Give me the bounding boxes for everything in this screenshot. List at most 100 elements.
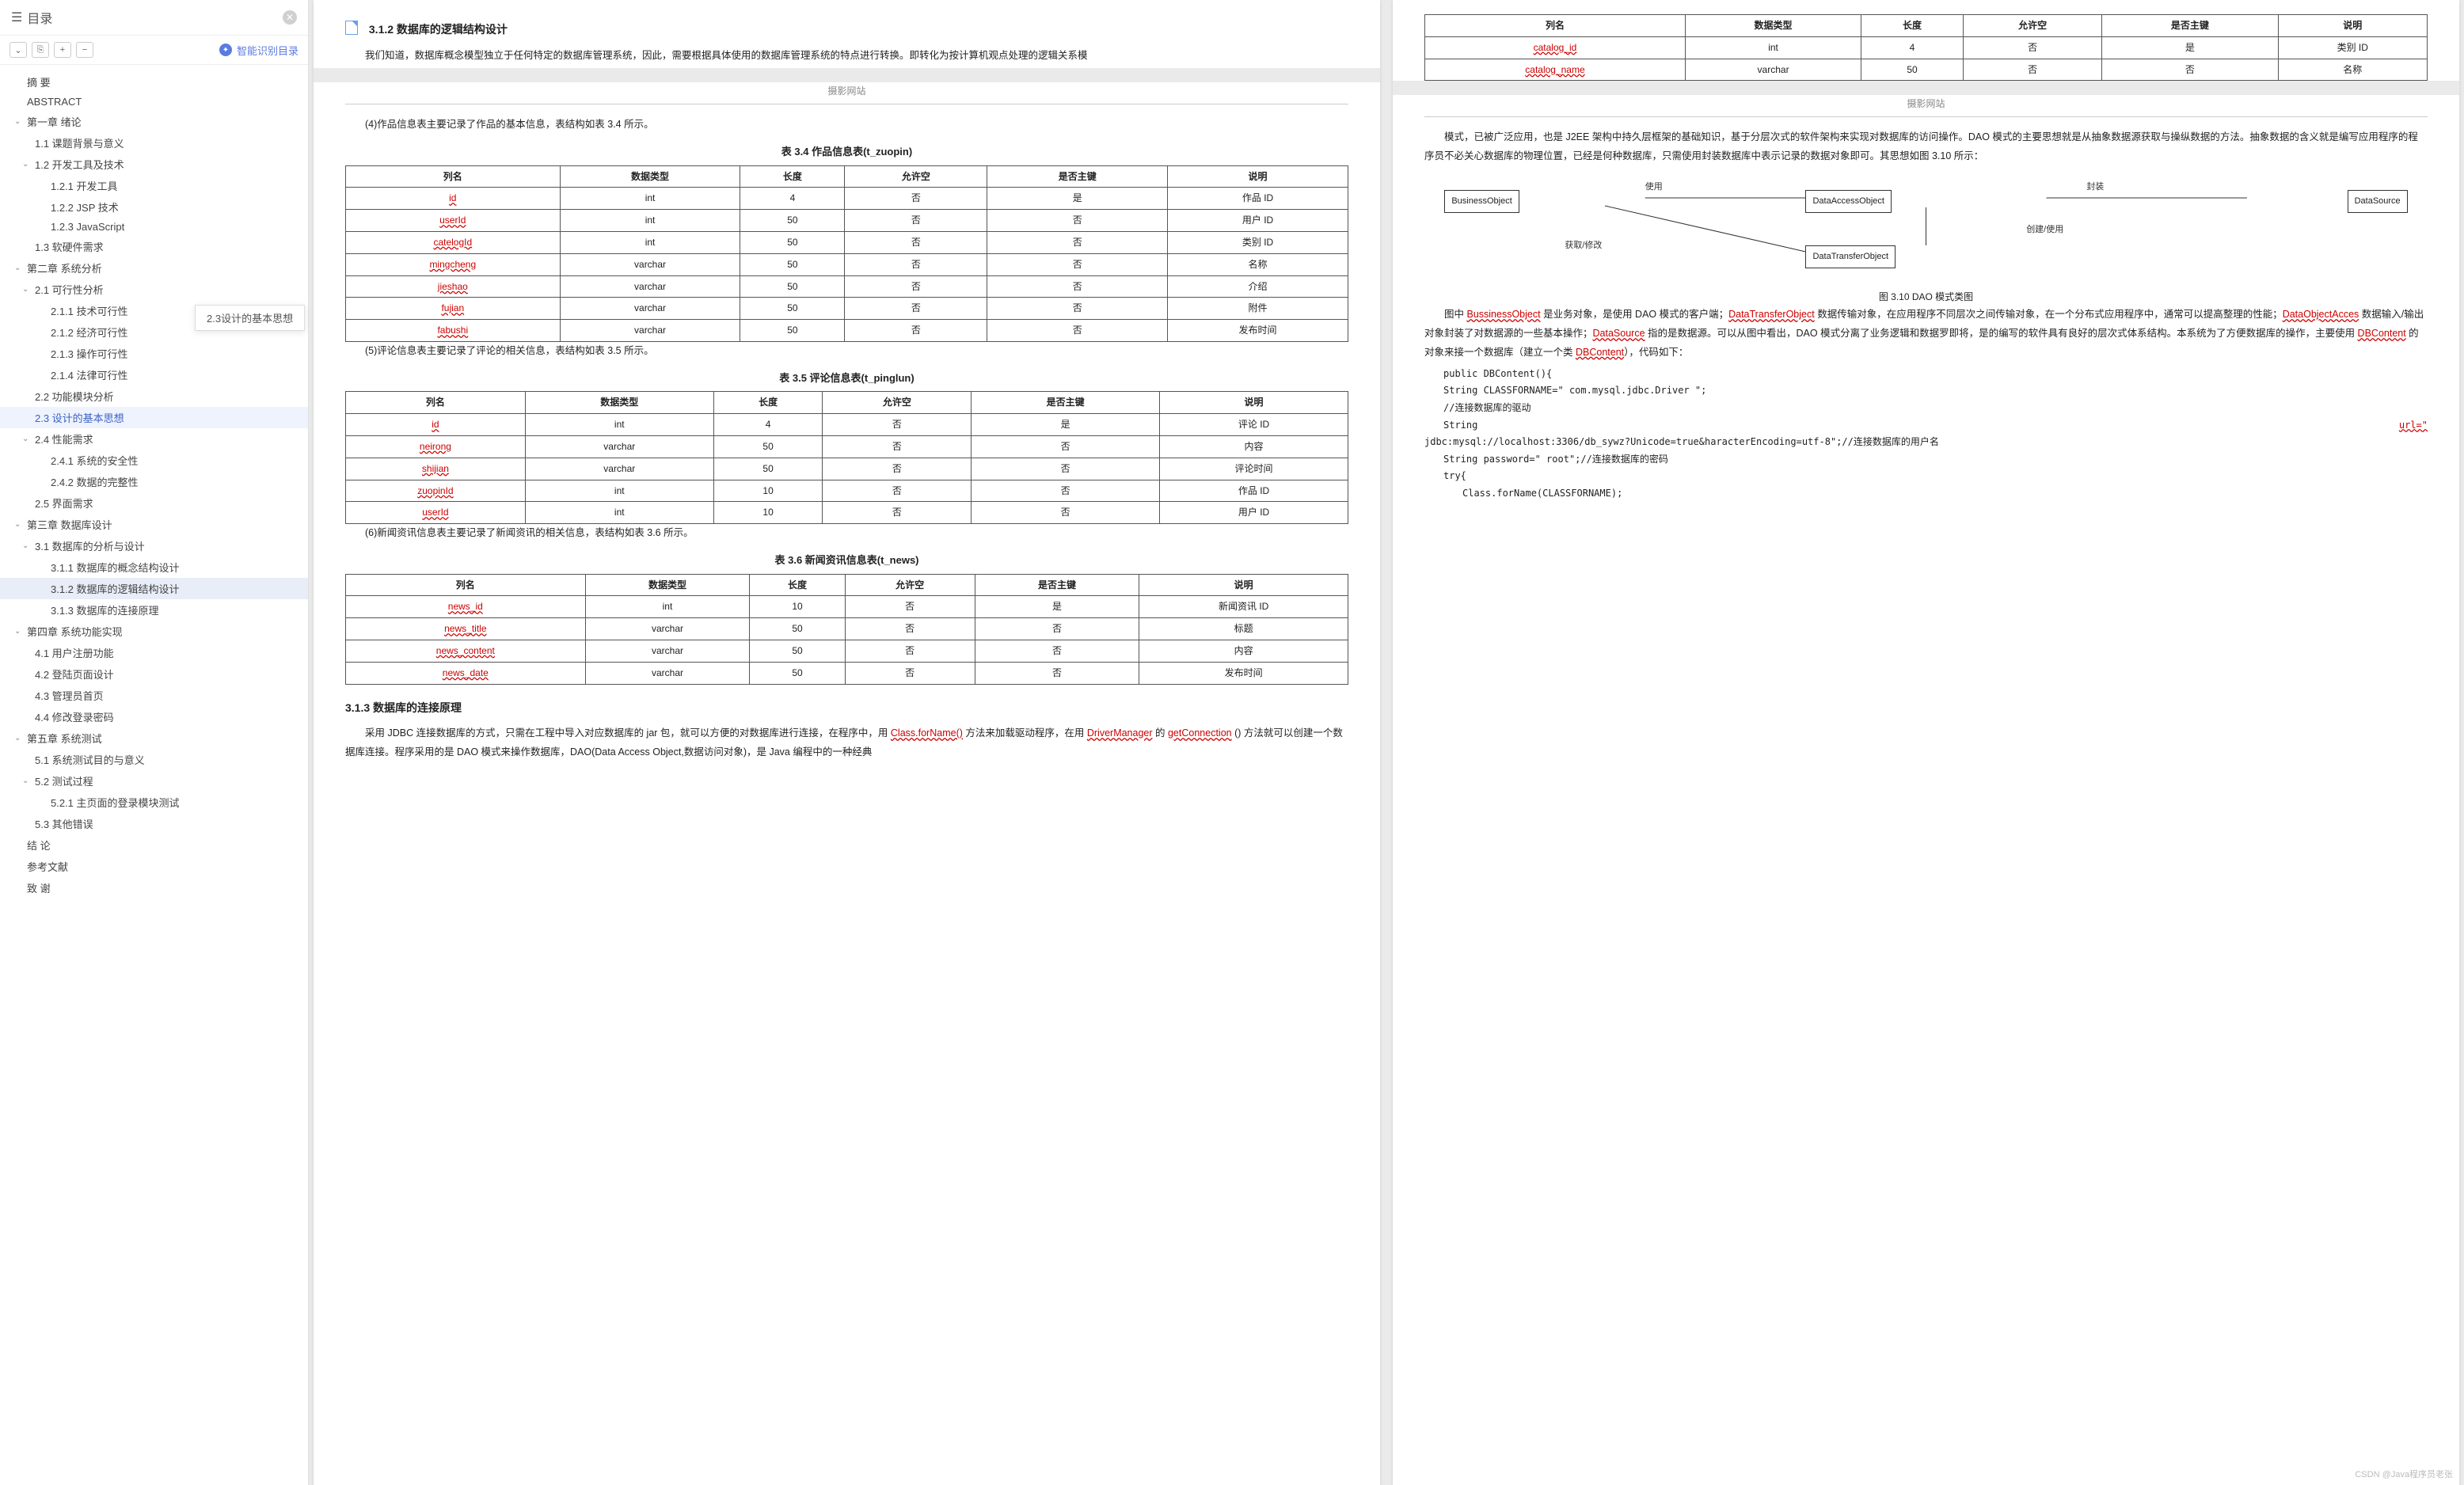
toc-item-label: 第二章 系统分析 bbox=[27, 260, 102, 275]
chevron-down-icon[interactable]: ⌄ bbox=[14, 734, 24, 742]
chevron-down-icon[interactable]: ⌄ bbox=[22, 541, 32, 550]
table-cell: 否 bbox=[845, 662, 975, 684]
table-header-cell: 数据类型 bbox=[525, 392, 713, 414]
chevron-down-icon[interactable]: ⌄ bbox=[14, 520, 24, 529]
table-header-cell: 允许空 bbox=[823, 392, 972, 414]
table-cell: userId bbox=[346, 502, 526, 524]
chevron-down-icon[interactable]: ⌄ bbox=[22, 160, 32, 169]
toc-item[interactable]: 结 论 bbox=[0, 834, 308, 856]
table-row: idint4否是评论 ID bbox=[346, 414, 1348, 436]
toc-item[interactable]: 2.4.2 数据的完整性 bbox=[0, 471, 308, 492]
table-t36: 列名数据类型长度允许空是否主键说明news_idint10否是新闻资讯 IDne… bbox=[345, 574, 1348, 685]
toc-item-label: 2.3 设计的基本思想 bbox=[35, 410, 124, 425]
table-cell: catelogId bbox=[346, 231, 561, 253]
table-caption: 表 3.6 新闻资讯信息表(t_news) bbox=[345, 551, 1348, 571]
chevron-down-icon[interactable]: ⌄ bbox=[22, 285, 32, 294]
table-cell: int bbox=[525, 414, 713, 436]
toc-item[interactable]: 5.2.1 主页面的登录模块测试 bbox=[0, 792, 308, 813]
table-cell: news_content bbox=[346, 640, 586, 663]
toc-item[interactable]: 3.1.1 数据库的概念结构设计 bbox=[0, 556, 308, 578]
toc-item[interactable]: 5.3 其他错误 bbox=[0, 813, 308, 834]
toc-item[interactable]: 2.1.3 操作可行性 bbox=[0, 343, 308, 364]
toc-item[interactable]: 5.1 系统测试目的与意义 bbox=[0, 749, 308, 770]
toc-item[interactable]: ⌄5.2 测试过程 bbox=[0, 770, 308, 792]
toc-item[interactable]: 2.4.1 系统的安全性 bbox=[0, 450, 308, 471]
table-row: news_contentvarchar50否否内容 bbox=[346, 640, 1348, 663]
toc-item-label: 4.3 管理员首页 bbox=[35, 688, 104, 703]
table-row: news_datevarchar50否否发布时间 bbox=[346, 662, 1348, 684]
table-cell: 新闻资讯 ID bbox=[1139, 596, 1348, 618]
toc-item[interactable]: 1.2.1 开发工具 bbox=[0, 175, 308, 196]
toc-item[interactable]: ⌄1.2 开发工具及技术 bbox=[0, 154, 308, 175]
table-cell: 否 bbox=[972, 502, 1160, 524]
expand-all-button[interactable]: ⌄ bbox=[10, 42, 27, 58]
table-cell: int bbox=[1685, 36, 1861, 59]
toc-item[interactable]: 2.3 设计的基本思想 bbox=[0, 407, 308, 428]
toc-item[interactable]: 1.2.3 JavaScript bbox=[0, 218, 308, 236]
dia-lines bbox=[1424, 176, 2428, 279]
table-cell: 用户 ID bbox=[1168, 210, 1348, 232]
toc-item-label: 5.1 系统测试目的与意义 bbox=[35, 752, 145, 767]
table-cell: varchar bbox=[1685, 59, 1861, 81]
table-cell: 否 bbox=[823, 435, 972, 458]
toc-item[interactable]: 2.1.4 法律可行性 bbox=[0, 364, 308, 385]
toc-item[interactable]: 摘 要 bbox=[0, 71, 308, 93]
toc-item[interactable]: 4.3 管理员首页 bbox=[0, 685, 308, 706]
table-cell: varchar bbox=[585, 640, 750, 663]
toc-item[interactable]: 1.3 软硬件需求 bbox=[0, 236, 308, 257]
toc-item[interactable]: ⌄第二章 系统分析 bbox=[0, 257, 308, 279]
table-header-cell: 说明 bbox=[1139, 574, 1348, 596]
page-viewport[interactable]: 3.1.2 数据库的逻辑结构设计 我们知道，数据库概念模型独立于任何特定的数据库… bbox=[309, 0, 2464, 1485]
toc-item[interactable]: ⌄第四章 系统功能实现 bbox=[0, 621, 308, 642]
zoom-in-button[interactable]: + bbox=[54, 42, 71, 58]
table-cell: mingcheng bbox=[346, 253, 561, 275]
paragraph: 图中 BussinessObject 是业务对象，是使用 DAO 模式的客户端；… bbox=[1424, 306, 2428, 362]
toc-item[interactable]: 2.5 界面需求 bbox=[0, 492, 308, 514]
table-cell: news_id bbox=[346, 596, 586, 618]
table-header-cell: 允许空 bbox=[845, 574, 975, 596]
page-icon bbox=[345, 21, 358, 35]
toc-item[interactable]: ⌄第三章 数据库设计 bbox=[0, 514, 308, 535]
toc-item-label: 2.2 功能模块分析 bbox=[35, 389, 114, 404]
table-row: fabushivarchar50否否发布时间 bbox=[346, 320, 1348, 342]
paragraph: (4)作品信息表主要记录了作品的基本信息，表结构如表 3.4 所示。 bbox=[345, 116, 1348, 135]
toc-item[interactable]: 3.1.2 数据库的逻辑结构设计 bbox=[0, 578, 308, 599]
toc-item[interactable]: 3.1.3 数据库的连接原理 bbox=[0, 599, 308, 621]
toc-item[interactable]: ⌄第一章 绪论 bbox=[0, 111, 308, 132]
toc-item[interactable]: 4.1 用户注册功能 bbox=[0, 642, 308, 663]
toc-item[interactable]: ⌄3.1 数据库的分析与设计 bbox=[0, 535, 308, 556]
toc-item[interactable]: 4.4 修改登录密码 bbox=[0, 706, 308, 727]
chevron-down-icon[interactable]: ⌄ bbox=[14, 264, 24, 272]
toc-item[interactable]: ⌄第五章 系统测试 bbox=[0, 727, 308, 749]
toc-item[interactable]: 1.1 课题背景与意义 bbox=[0, 132, 308, 154]
chevron-down-icon[interactable]: ⌄ bbox=[22, 777, 32, 785]
toc-item[interactable]: 参考文献 bbox=[0, 856, 308, 877]
sidebar-title: ☰ 目录 bbox=[11, 8, 52, 27]
toc-item-label: 第三章 数据库设计 bbox=[27, 517, 112, 532]
locate-button[interactable]: ⎘ bbox=[32, 42, 49, 58]
toc-item[interactable]: ⌄2.1 可行性分析 bbox=[0, 279, 308, 300]
toc-item[interactable]: 2.2 功能模块分析 bbox=[0, 385, 308, 407]
table-header-cell: 长度 bbox=[740, 165, 845, 188]
table-cell: 是 bbox=[975, 596, 1139, 618]
zoom-out-button[interactable]: − bbox=[76, 42, 93, 58]
toc-item-label: 致 谢 bbox=[27, 880, 51, 895]
toc-item[interactable]: 1.2.2 JSP 技术 bbox=[0, 196, 308, 218]
toc-item-label: 4.1 用户注册功能 bbox=[35, 645, 114, 660]
chevron-down-icon[interactable]: ⌄ bbox=[14, 627, 24, 636]
table-cell: userId bbox=[346, 210, 561, 232]
chevron-down-icon[interactable]: ⌄ bbox=[14, 117, 24, 126]
table-cell: 用户 ID bbox=[1160, 502, 1348, 524]
smart-toc-button[interactable]: ✦ 智能识别目录 bbox=[219, 43, 298, 58]
toc-item[interactable]: ⌄2.4 性能需求 bbox=[0, 428, 308, 450]
toc-item[interactable]: 致 谢 bbox=[0, 877, 308, 898]
table-header-cell: 允许空 bbox=[1963, 15, 2101, 37]
toc-item-label: 4.4 修改登录密码 bbox=[35, 709, 114, 724]
toc-item-label: 2.4.2 数据的完整性 bbox=[51, 474, 139, 489]
toc-item[interactable]: 4.2 登陆页面设计 bbox=[0, 663, 308, 685]
chevron-down-icon[interactable]: ⌄ bbox=[22, 435, 32, 443]
close-icon[interactable]: ✕ bbox=[283, 10, 297, 25]
table-header-cell: 说明 bbox=[1160, 392, 1348, 414]
toc-item[interactable]: ABSTRACT bbox=[0, 93, 308, 111]
table-cell: 否 bbox=[987, 253, 1168, 275]
